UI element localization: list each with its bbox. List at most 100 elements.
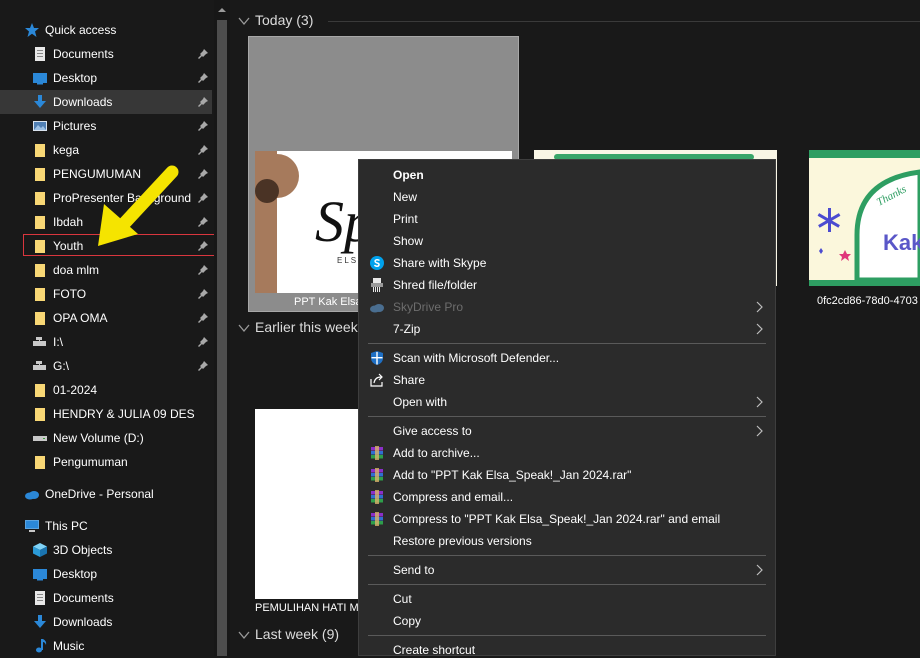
menu-item-shred[interactable]: Shred file/folder [359, 274, 775, 296]
menu-separator [368, 343, 766, 344]
sidebar-item-onedrive[interactable]: OneDrive - Personal [0, 482, 212, 506]
folder-icon [35, 384, 45, 397]
menu-item-label: Cut [393, 592, 412, 606]
sidebar-item-music[interactable]: Music [0, 634, 212, 658]
share-icon [370, 373, 383, 387]
annotation-arrow-icon [98, 165, 179, 246]
network-drive-icon [33, 337, 46, 346]
thumbnail-artwork: Thanks Kak [809, 150, 920, 286]
sidebar-item-3d-objects[interactable]: 3D Objects [0, 538, 212, 562]
menu-item-label: Restore previous versions [393, 534, 532, 548]
menu-item-label: Add to "PPT Kak Elsa_Speak!_Jan 2024.rar… [393, 468, 632, 482]
menu-item-label: Open [393, 168, 424, 182]
menu-item-share[interactable]: Share [359, 369, 775, 391]
group-header-today[interactable]: Today (3) [232, 10, 920, 32]
menu-item-compress-email[interactable]: Compress and email... [359, 486, 775, 508]
menu-item-label: Open with [393, 395, 448, 409]
file-tile[interactable] [255, 409, 367, 599]
menu-item-label: Print [393, 212, 418, 226]
menu-item-defender[interactable]: Scan with Microsoft Defender... [359, 347, 775, 369]
menu-item-add-archive[interactable]: Add to archive... [359, 442, 775, 464]
menu-item-open-with[interactable]: Open with [359, 391, 775, 413]
file-tile[interactable]: Thanks Kak [809, 150, 920, 286]
sidebar-item-label: I:\ [53, 335, 64, 349]
sidebar-item-hendry-julia[interactable]: HENDRY & JULIA 09 DES [0, 402, 212, 426]
sidebar-item-label: HENDRY & JULIA 09 DES [53, 407, 195, 421]
quick-access-header[interactable]: Quick access [0, 18, 212, 42]
menu-item-label: Show [393, 234, 424, 248]
menu-item-label: Add to archive... [393, 446, 480, 460]
menu-item-7zip[interactable]: 7-Zip [359, 318, 775, 340]
this-pc-icon [25, 520, 39, 532]
sidebar-item-pc-documents[interactable]: Documents [0, 586, 212, 610]
menu-item-restore[interactable]: Restore previous versions [359, 530, 775, 552]
menu-item-create-shortcut[interactable]: Create shortcut [359, 639, 775, 655]
sidebar-item-downloads[interactable]: Downloads [0, 90, 212, 114]
sidebar-scrollbar-thumb[interactable] [217, 20, 227, 656]
defender-shield-icon [371, 351, 383, 365]
menu-item-give-access[interactable]: Give access to [359, 420, 775, 442]
sidebar-item-pengumuman-lower[interactable]: Pengumuman [0, 450, 212, 474]
chevron-down-icon [238, 631, 250, 640]
drive-icon [33, 436, 47, 441]
sidebar-item-01-2024[interactable]: 01-2024 [0, 378, 212, 402]
network-drive-icon [33, 361, 46, 370]
menu-item-cut[interactable]: Cut [359, 588, 775, 610]
pin-icon [198, 121, 208, 131]
folder-icon [35, 168, 45, 181]
sidebar-item-label: New Volume (D:) [53, 431, 144, 445]
sidebar-item-this-pc[interactable]: This PC [0, 514, 212, 538]
documents-icon [35, 47, 45, 61]
menu-item-label: Give access to [393, 424, 472, 438]
group-divider [328, 21, 920, 22]
group-title: Last week (9) [255, 626, 340, 642]
menu-item-compress-rar-email[interactable]: Compress to "PPT Kak Elsa_Speak!_Jan 202… [359, 508, 775, 530]
menu-item-print[interactable]: Print [359, 208, 775, 230]
menu-item-label: New [393, 190, 418, 204]
menu-item-copy[interactable]: Copy [359, 610, 775, 632]
sidebar-item-label: Music [53, 639, 85, 653]
folder-icon [35, 408, 45, 421]
sidebar-item-label: Pengumuman [53, 455, 128, 469]
sidebar-item-label: G:\ [53, 359, 70, 373]
desktop-icon [33, 569, 47, 581]
sidebar-item-new-volume[interactable]: New Volume (D:) [0, 426, 212, 450]
sidebar-item-label: Desktop [53, 567, 98, 581]
skydrive-cloud-icon [370, 304, 384, 313]
sidebar-item-documents[interactable]: Documents [0, 42, 212, 66]
menu-item-share-skype[interactable]: Share with Skype [359, 252, 775, 274]
sidebar-item-pc-desktop[interactable]: Desktop [0, 562, 212, 586]
music-icon [36, 639, 47, 653]
sidebar-item-pictures[interactable]: Pictures [0, 114, 212, 138]
menu-item-label: Send to [393, 563, 435, 577]
menu-item-label: 7-Zip [393, 322, 421, 336]
navigation-pane: Quick access Documents Desktop Downloads… [0, 0, 215, 658]
sidebar-item-desktop[interactable]: Desktop [0, 66, 212, 90]
sidebar-item-kega[interactable]: kega [0, 138, 212, 162]
sidebar-item-pc-downloads[interactable]: Downloads [0, 610, 212, 634]
menu-item-new[interactable]: New [359, 186, 775, 208]
pin-icon [198, 145, 208, 155]
menu-item-label: Compress to "PPT Kak Elsa_Speak!_Jan 202… [393, 512, 721, 526]
sidebar-item-opa-oma[interactable]: OPA OMA [0, 306, 212, 330]
menu-item-open[interactable]: Open [359, 164, 775, 186]
documents-icon [35, 591, 45, 605]
sidebar-item-foto[interactable]: FOTO [0, 282, 212, 306]
sidebar-item-label: FOTO [53, 287, 87, 301]
chevron-right-icon [756, 425, 763, 437]
menu-item-show[interactable]: Show [359, 230, 775, 252]
scroll-up-arrow-icon[interactable] [215, 4, 229, 16]
folder-icon [35, 192, 45, 205]
menu-item-add-rar[interactable]: Add to "PPT Kak Elsa_Speak!_Jan 2024.rar… [359, 464, 775, 486]
chevron-right-icon [756, 564, 763, 576]
pin-icon [198, 361, 208, 371]
sidebar-item-g-drive[interactable]: G:\ [0, 354, 212, 378]
sidebar-item-i-drive[interactable]: I:\ [0, 330, 212, 354]
menu-separator [368, 635, 766, 636]
menu-item-label: Compress and email... [393, 490, 514, 504]
menu-item-send-to[interactable]: Send to [359, 559, 775, 581]
sidebar-item-label: 3D Objects [53, 543, 113, 557]
sidebar-item-label: Desktop [53, 71, 98, 85]
sidebar-item-doa-mlm[interactable]: doa mlm [0, 258, 212, 282]
menu-item-label: Share with Skype [393, 256, 487, 270]
